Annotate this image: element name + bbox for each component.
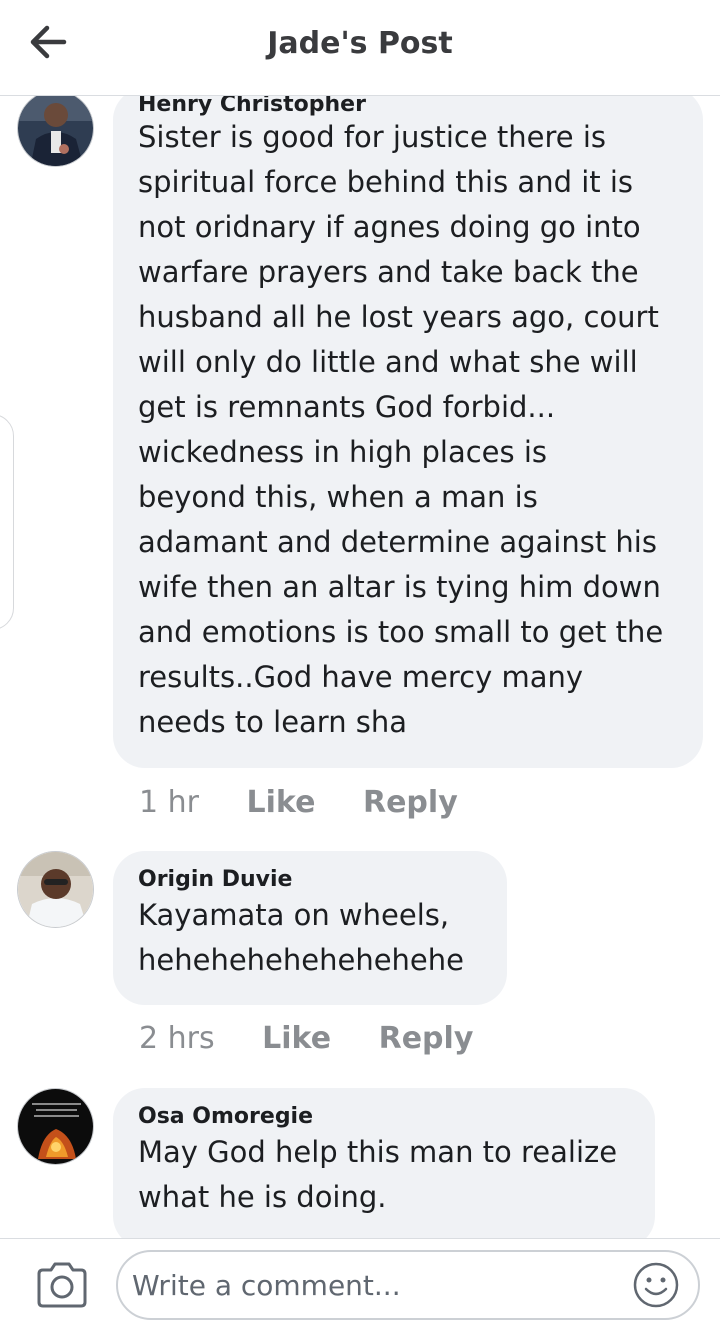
comment-author[interactable]: Henry Christopher: [138, 96, 366, 117]
avatar[interactable]: [17, 1088, 94, 1165]
camera-icon: [37, 1262, 87, 1308]
comment-meta: 1 hr Like Reply: [139, 785, 458, 820]
smiley-icon: [633, 1262, 679, 1308]
top-bar: Jade's Post: [0, 0, 720, 96]
comment-bubble[interactable]: Osa Omoregie May God help this man to re…: [113, 1088, 655, 1238]
comment-text: Sister is good for justice there is spir…: [138, 120, 664, 739]
comment-text: Kayamata on wheels, hehehehehehehehehe: [138, 898, 464, 977]
avatar[interactable]: [17, 96, 94, 167]
comment-input[interactable]: [132, 1262, 622, 1308]
comment-field[interactable]: [116, 1250, 700, 1320]
comment-bubble[interactable]: Origin Duvie Kayamata on wheels, heheheh…: [113, 851, 507, 1005]
like-button[interactable]: Like: [247, 785, 316, 820]
camera-button[interactable]: [34, 1261, 90, 1309]
comment-timestamp: 2 hrs: [139, 1021, 215, 1056]
comment-author[interactable]: Osa Omoregie: [138, 1104, 313, 1129]
comment-bubble[interactable]: Henry Christopher Sister is good for jus…: [113, 96, 703, 768]
partial-side-panel: [0, 414, 14, 630]
comment-timestamp: 1 hr: [139, 785, 199, 820]
page-title: Jade's Post: [267, 26, 453, 61]
emoji-button[interactable]: [632, 1261, 680, 1309]
reply-button[interactable]: Reply: [379, 1021, 474, 1056]
comment-composer: [0, 1238, 720, 1331]
comments-feed[interactable]: Henry Christopher Sister is good for jus…: [0, 96, 720, 1238]
comment-author[interactable]: Origin Duvie: [138, 867, 292, 892]
comment-text: May God help this man to realize what he…: [138, 1135, 618, 1214]
avatar[interactable]: [17, 851, 94, 928]
comment-meta: 2 hrs Like Reply: [139, 1021, 473, 1056]
like-button[interactable]: Like: [262, 1021, 331, 1056]
reply-button[interactable]: Reply: [363, 785, 458, 820]
